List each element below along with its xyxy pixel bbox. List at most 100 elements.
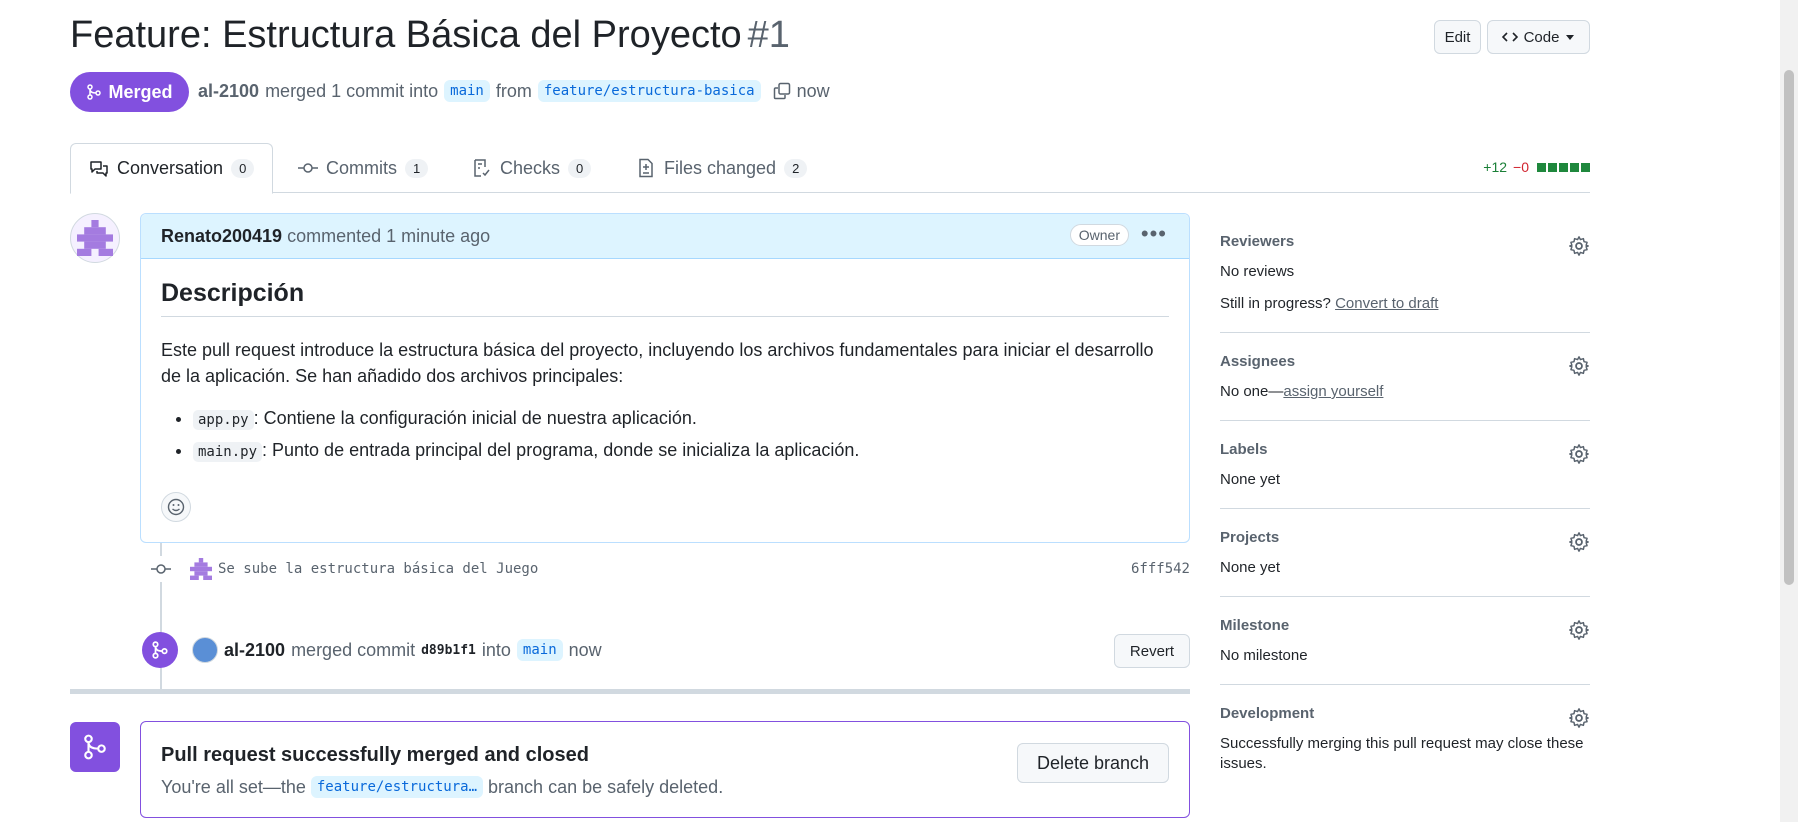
merged-box-title: Pull request successfully merged and clo… bbox=[161, 744, 589, 766]
tab-label: Files changed bbox=[664, 157, 777, 178]
git-merge-icon bbox=[70, 722, 120, 772]
sidebar-title[interactable]: Milestone bbox=[1220, 617, 1590, 634]
assignees-prefix: No one— bbox=[1220, 383, 1284, 400]
tab-conversation[interactable]: Conversation 0 bbox=[70, 143, 274, 194]
timeline-merge-event: al-2100 merged commit d89b1f1 into main … bbox=[142, 632, 1190, 668]
convert-to-draft-link[interactable]: Convert to draft bbox=[1335, 295, 1438, 312]
comment-heading: Descripción bbox=[161, 279, 1169, 317]
page-scrollbar[interactable] bbox=[1780, 0, 1798, 822]
merge-base-branch[interactable]: main bbox=[516, 639, 563, 661]
list-item: main.py: Punto de entrada principal del … bbox=[193, 435, 1169, 467]
kebab-horizontal-icon[interactable]: ••• bbox=[1141, 221, 1167, 247]
scrollbar-thumb[interactable] bbox=[1784, 70, 1794, 585]
pr-time: now bbox=[796, 80, 830, 101]
code-icon bbox=[1501, 32, 1518, 42]
merge-sha[interactable]: d89b1f1 bbox=[421, 643, 476, 658]
tab-count: 0 bbox=[231, 159, 255, 178]
gear-icon[interactable] bbox=[1568, 355, 1590, 377]
merge-user[interactable]: al-2100 bbox=[224, 640, 285, 661]
merged-status-badge: Merged bbox=[70, 72, 189, 112]
code-button[interactable]: Code bbox=[1487, 20, 1590, 54]
comment-action: commented 1 minute ago bbox=[287, 225, 491, 246]
sidebar-development: Development Successfully merging this pu… bbox=[1220, 685, 1590, 792]
delete-branch-label: Delete branch bbox=[1036, 752, 1150, 773]
edit-button-label: Edit bbox=[1444, 28, 1471, 46]
sidebar-title[interactable]: Labels bbox=[1220, 441, 1590, 458]
tab-checks[interactable]: Checks 0 bbox=[454, 143, 609, 193]
timeline-divider bbox=[70, 689, 1190, 694]
gear-icon[interactable] bbox=[1568, 531, 1590, 553]
git-commit-icon bbox=[148, 556, 174, 582]
commit-sha[interactable]: 6fff542 bbox=[1131, 561, 1190, 577]
gear-icon[interactable] bbox=[1568, 707, 1590, 729]
diffstat[interactable]: +12 −0 bbox=[1483, 159, 1590, 175]
list-item-text: : Punto de entrada principal del program… bbox=[262, 440, 860, 460]
sidebar-value: No milestone bbox=[1220, 647, 1308, 664]
pr-author-link[interactable]: al-2100 bbox=[198, 81, 259, 102]
inline-code: main.py bbox=[193, 442, 263, 462]
commit-author-avatar[interactable] bbox=[190, 558, 212, 580]
commit-message[interactable]: Se sube la estructura básica del Juego bbox=[218, 561, 538, 577]
tab-label: Commits bbox=[326, 157, 397, 178]
owner-badge: Owner bbox=[1069, 224, 1129, 246]
sidebar: Reviewers No reviews Still in progress? … bbox=[1220, 213, 1590, 792]
diff-deletions: −0 bbox=[1513, 159, 1529, 175]
sidebar-title[interactable]: Assignees bbox=[1220, 353, 1590, 370]
progress-text: Still in progress? bbox=[1220, 295, 1331, 312]
sidebar-value: None yet bbox=[1220, 471, 1281, 488]
tab-count: 0 bbox=[568, 158, 592, 178]
file-list: app.py: Contiene la configuración inicia… bbox=[193, 403, 1169, 467]
merge-user-avatar[interactable] bbox=[192, 637, 218, 663]
git-merge-icon bbox=[142, 632, 178, 668]
sidebar-title[interactable]: Reviewers bbox=[1220, 233, 1590, 250]
revert-button[interactable]: Revert bbox=[1114, 634, 1190, 668]
list-item: app.py: Contiene la configuración inicia… bbox=[193, 403, 1169, 435]
git-merge-icon bbox=[87, 84, 102, 100]
sidebar-projects: Projects None yet bbox=[1220, 509, 1590, 597]
tab-files-changed[interactable]: Files changed 2 bbox=[618, 143, 825, 193]
gear-icon[interactable] bbox=[1568, 619, 1590, 641]
delete-branch-button[interactable]: Delete branch bbox=[1017, 743, 1169, 783]
copy-icon[interactable] bbox=[773, 82, 791, 100]
merged-box-branch[interactable]: feature/estructura… bbox=[310, 776, 484, 798]
comment-discussion-icon bbox=[90, 160, 108, 177]
inline-code: app.py bbox=[193, 410, 254, 430]
tab-label: Checks bbox=[500, 157, 561, 178]
merge-time: now bbox=[568, 639, 602, 660]
assign-yourself-link[interactable]: assign yourself bbox=[1283, 383, 1383, 400]
gear-icon[interactable] bbox=[1568, 443, 1590, 465]
merge-text: merged commit bbox=[291, 639, 416, 660]
git-commit-icon bbox=[298, 163, 318, 173]
sidebar-labels: Labels None yet bbox=[1220, 421, 1590, 509]
comment-header: Renato200419 commented 1 minute ago Owne… bbox=[141, 214, 1189, 259]
edit-button[interactable]: Edit bbox=[1434, 20, 1481, 54]
comment-author[interactable]: Renato200419 bbox=[161, 226, 282, 247]
checklist-icon bbox=[474, 159, 490, 177]
comment-paragraph: Este pull request introduce la estructur… bbox=[161, 340, 1154, 386]
sidebar-progress-line: Still in progress? Convert to draft bbox=[1220, 294, 1590, 314]
identicon-avatar-icon bbox=[77, 220, 113, 256]
sidebar-title[interactable]: Projects bbox=[1220, 529, 1590, 546]
smiley-icon bbox=[167, 498, 185, 516]
timeline-commit: Se sube la estructura básica del Juego 6… bbox=[148, 556, 1190, 582]
sidebar-value: No reviews bbox=[1220, 263, 1295, 280]
avatar[interactable] bbox=[70, 213, 120, 263]
merged-text: merged 1 commit into bbox=[265, 80, 439, 101]
add-reaction-button[interactable] bbox=[161, 492, 191, 522]
sidebar-title[interactable]: Development bbox=[1220, 705, 1590, 722]
pr-title: Feature: Estructura Básica del Proyecto #… bbox=[70, 14, 790, 57]
tab-commits[interactable]: Commits 1 bbox=[280, 143, 446, 193]
sidebar-value: None yet bbox=[1220, 559, 1281, 576]
sidebar-value: No one—assign yourself bbox=[1220, 382, 1590, 402]
triangle-down-icon bbox=[1566, 35, 1575, 40]
base-branch[interactable]: main bbox=[444, 80, 490, 102]
gear-icon[interactable] bbox=[1568, 235, 1590, 257]
tab-count: 1 bbox=[405, 158, 429, 178]
merged-status-box: Pull request successfully merged and clo… bbox=[140, 721, 1190, 818]
head-branch[interactable]: feature/estructura-basica bbox=[537, 80, 761, 102]
diffstat-blocks bbox=[1535, 159, 1590, 175]
revert-button-label: Revert bbox=[1129, 642, 1175, 660]
list-item-text: : Contiene la configuración inicial de n… bbox=[253, 408, 697, 428]
merged-box-subtitle: You're all set—the feature/estructura… b… bbox=[161, 776, 723, 798]
tab-count: 2 bbox=[784, 158, 808, 178]
